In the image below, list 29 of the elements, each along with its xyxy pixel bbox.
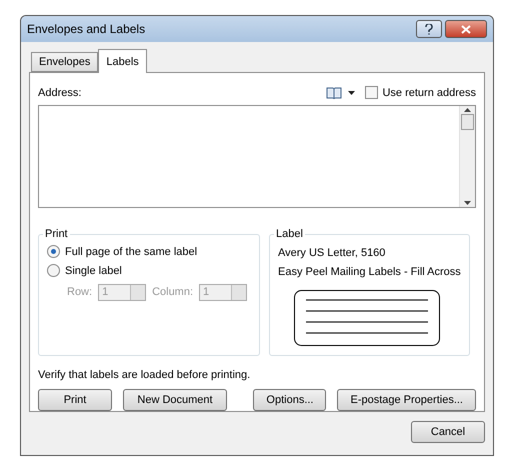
scrollbar[interactable] [459, 106, 475, 207]
action-button[interactable]: Options... [253, 389, 326, 411]
cancel-button[interactable]: Cancel [411, 421, 485, 443]
radio-option[interactable]: Full page of the same label [47, 242, 251, 261]
tab[interactable]: Envelopes [31, 52, 98, 72]
tab[interactable]: Labels [98, 49, 147, 73]
help-button[interactable] [416, 20, 442, 38]
address-book-icon[interactable] [326, 86, 342, 99]
scroll-down-icon[interactable] [464, 201, 471, 205]
return-address-checkbox[interactable]: Use return address [365, 86, 476, 100]
action-button[interactable]: Print [38, 389, 112, 411]
group-title: Label [275, 228, 304, 240]
scroll-thumb[interactable] [461, 114, 474, 130]
spin-label: Row: [67, 286, 92, 298]
address-field[interactable] [38, 105, 476, 208]
spin-label: Column: [152, 286, 194, 298]
window-title: Envelopes and Labels [27, 22, 146, 36]
radio-option[interactable]: Single label [47, 261, 251, 280]
close-button[interactable] [445, 20, 487, 38]
dropdown-arrow-icon[interactable] [348, 90, 356, 95]
address-label: Address: [38, 86, 82, 99]
group-title: Print [44, 228, 69, 240]
action-button[interactable]: E-postage Properties... [337, 389, 476, 411]
label-description: Easy Peel Mailing Labels - Fill Across [278, 266, 461, 280]
verify-note: Verify that labels are loaded before printing. [38, 369, 252, 381]
label-description: Avery US Letter, 5160 [278, 247, 386, 261]
close-icon [461, 24, 471, 34]
help-icon [425, 24, 433, 34]
action-button[interactable]: New Document [123, 389, 227, 411]
